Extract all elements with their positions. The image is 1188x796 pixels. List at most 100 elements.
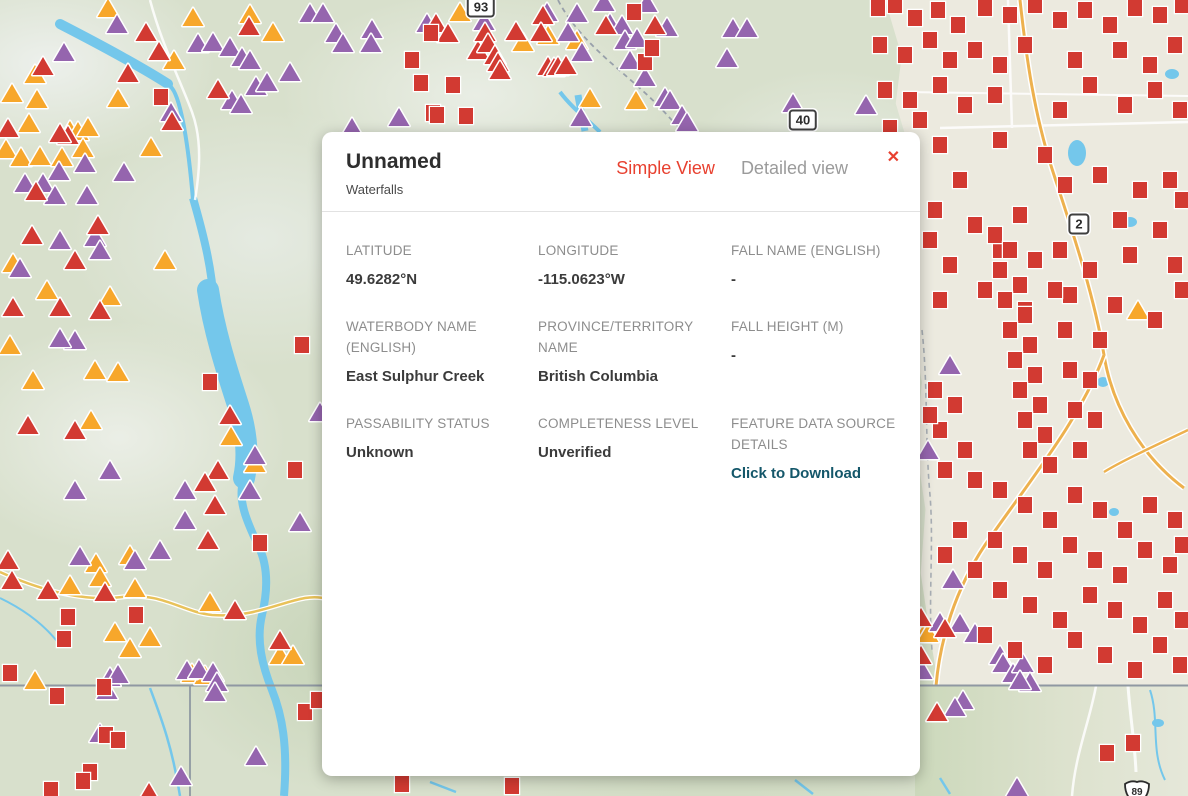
map-marker-square-red[interactable] — [966, 215, 984, 235]
map-marker-square-red[interactable] — [911, 110, 929, 130]
map-marker-square-red[interactable] — [1151, 220, 1169, 240]
map-marker-square-red[interactable] — [1156, 590, 1174, 610]
map-marker-square-red[interactable] — [1066, 50, 1084, 70]
map-marker-square-red[interactable] — [1173, 0, 1188, 15]
map-marker-triangle-red[interactable] — [237, 15, 261, 37]
map-marker-triangle-orange[interactable] — [181, 6, 205, 28]
map-marker-square-red[interactable] — [976, 280, 994, 300]
map-marker-square-red[interactable] — [1173, 610, 1188, 630]
map-marker-square-red[interactable] — [1056, 320, 1074, 340]
map-marker-square-red[interactable] — [1016, 410, 1034, 430]
map-marker-triangle-red[interactable] — [933, 617, 957, 639]
map-marker-square-red[interactable] — [1136, 540, 1154, 560]
map-marker-square-red[interactable] — [976, 625, 994, 645]
map-marker-square-red[interactable] — [976, 0, 994, 18]
map-marker-square-red[interactable] — [1071, 440, 1089, 460]
map-marker-square-red[interactable] — [1051, 10, 1069, 30]
map-marker-triangle-purple[interactable] — [556, 21, 580, 43]
map-marker-triangle-purple[interactable] — [569, 106, 593, 128]
map-marker-square-red[interactable] — [1161, 555, 1179, 575]
map-marker-triangle-purple[interactable] — [675, 111, 699, 133]
map-marker-square-red[interactable] — [1076, 0, 1094, 20]
map-marker-square-red[interactable] — [1056, 175, 1074, 195]
map-marker-square-red[interactable] — [1111, 565, 1129, 585]
map-marker-triangle-orange[interactable] — [58, 574, 82, 596]
map-marker-square-red[interactable] — [1046, 280, 1064, 300]
map-marker-triangle-purple[interactable] — [105, 13, 129, 35]
map-marker-square-red[interactable] — [991, 580, 1009, 600]
map-marker-square-red[interactable] — [1066, 630, 1084, 650]
map-marker-square-red[interactable] — [956, 440, 974, 460]
map-marker-triangle-purple[interactable] — [169, 765, 193, 787]
map-marker-square-red[interactable] — [871, 35, 889, 55]
map-marker-square-red[interactable] — [1126, 0, 1144, 18]
map-marker-square-red[interactable] — [1, 663, 19, 683]
map-marker-triangle-red[interactable] — [0, 569, 24, 591]
map-marker-square-red[interactable] — [1051, 240, 1069, 260]
map-marker-square-red[interactable] — [293, 335, 311, 355]
map-marker-triangle-red[interactable] — [925, 701, 949, 723]
map-marker-triangle-red[interactable] — [223, 599, 247, 621]
map-marker-triangle-red[interactable] — [0, 549, 20, 571]
map-marker-square-red[interactable] — [991, 55, 1009, 75]
map-marker-square-red[interactable] — [956, 95, 974, 115]
map-marker-triangle-orange[interactable] — [198, 591, 222, 613]
map-marker-triangle-purple[interactable] — [238, 49, 262, 71]
map-marker-triangle-red[interactable] — [554, 54, 578, 76]
map-marker-square-red[interactable] — [1141, 495, 1159, 515]
map-marker-square-red[interactable] — [1173, 535, 1188, 555]
map-marker-square-red[interactable] — [906, 8, 924, 28]
map-marker-triangle-purple[interactable] — [238, 479, 262, 501]
map-marker-square-red[interactable] — [931, 75, 949, 95]
map-marker-square-red[interactable] — [1006, 350, 1024, 370]
map-marker-triangle-red[interactable] — [63, 249, 87, 271]
map-marker-square-red[interactable] — [949, 15, 967, 35]
map-marker-triangle-orange[interactable] — [139, 136, 163, 158]
map-marker-square-red[interactable] — [1016, 495, 1034, 515]
map-marker-square-red[interactable] — [1001, 5, 1019, 25]
map-marker-square-red[interactable] — [1116, 95, 1134, 115]
map-marker-square-red[interactable] — [1026, 0, 1044, 15]
map-marker-triangle-purple[interactable] — [48, 327, 72, 349]
map-marker-triangle-red[interactable] — [24, 180, 48, 202]
map-marker-square-red[interactable] — [201, 372, 219, 392]
map-marker-square-red[interactable] — [412, 73, 430, 93]
map-marker-triangle-red[interactable] — [643, 14, 667, 36]
map-marker-square-red[interactable] — [931, 135, 949, 155]
map-marker-square-red[interactable] — [1166, 35, 1184, 55]
map-marker-triangle-red[interactable] — [268, 629, 292, 651]
map-marker-square-red[interactable] — [901, 90, 919, 110]
map-marker-square-red[interactable] — [1121, 245, 1139, 265]
map-marker-square-red[interactable] — [1173, 280, 1188, 300]
map-marker-triangle-orange[interactable] — [83, 359, 107, 381]
map-marker-triangle-red[interactable] — [1, 296, 25, 318]
map-marker-square-red[interactable] — [1011, 380, 1029, 400]
map-marker-triangle-orange[interactable] — [21, 369, 45, 391]
map-marker-square-red[interactable] — [1036, 560, 1054, 580]
map-marker-square-red[interactable] — [1066, 485, 1084, 505]
tab-detailed-view[interactable]: Detailed view — [741, 158, 848, 179]
map-marker-square-red[interactable] — [152, 87, 170, 107]
map-marker-triangle-orange[interactable] — [118, 637, 142, 659]
map-marker-triangle-red[interactable] — [16, 414, 40, 436]
map-marker-triangle-purple[interactable] — [173, 509, 197, 531]
map-marker-triangle-purple[interactable] — [278, 61, 302, 83]
map-marker-square-red[interactable] — [926, 380, 944, 400]
map-marker-triangle-orange[interactable] — [23, 669, 47, 691]
map-marker-triangle-red[interactable] — [20, 224, 44, 246]
map-marker-square-red[interactable] — [1081, 585, 1099, 605]
map-marker-triangle-red[interactable] — [31, 55, 55, 77]
map-marker-square-red[interactable] — [1141, 55, 1159, 75]
map-marker-square-red[interactable] — [1061, 360, 1079, 380]
map-marker-triangle-red[interactable] — [116, 62, 140, 84]
map-marker-triangle-purple[interactable] — [148, 539, 172, 561]
map-marker-square-red[interactable] — [1041, 455, 1059, 475]
map-marker-triangle-purple[interactable] — [1005, 776, 1029, 796]
map-marker-square-red[interactable] — [1016, 35, 1034, 55]
map-marker-square-red[interactable] — [95, 677, 113, 697]
map-marker-triangle-red[interactable] — [147, 40, 171, 62]
map-marker-triangle-red[interactable] — [504, 20, 528, 42]
map-marker-triangle-orange[interactable] — [106, 361, 130, 383]
map-marker-square-red[interactable] — [951, 170, 969, 190]
map-marker-square-red[interactable] — [1081, 75, 1099, 95]
